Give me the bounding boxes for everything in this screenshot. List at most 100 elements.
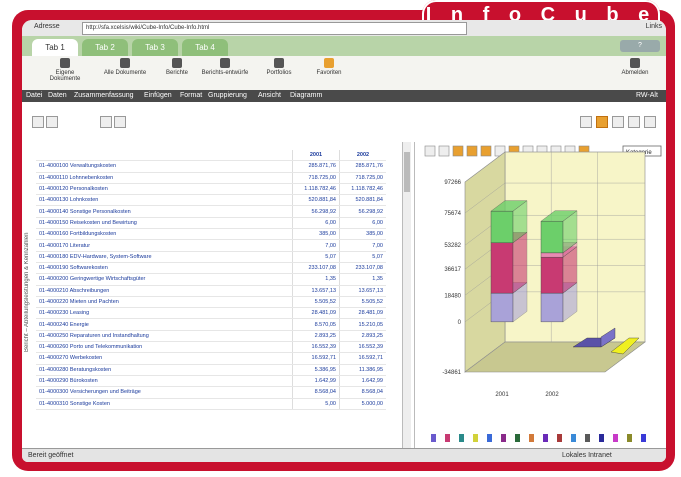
table-row[interactable]: 01-4000310 Sonstige Kosten 5,00 5.000,00	[36, 398, 386, 410]
table-row[interactable]: 01-4000240 Energie 8.570,05 15.210,05	[36, 318, 386, 331]
toolbar-alle-dokumente[interactable]: Alle Dokumente	[100, 58, 150, 76]
row-label[interactable]: 01-4000190 Softwarekosten	[36, 262, 293, 275]
chart-tool-icon[interactable]	[466, 145, 478, 157]
menu-format[interactable]: Format	[180, 92, 202, 99]
tab-3[interactable]: Tab 3	[132, 39, 178, 56]
export-icon[interactable]	[612, 116, 624, 128]
chart-svg: Kategorie97266756745328236617184800-3486…	[424, 145, 662, 442]
toolbar-favoriten[interactable]: Favoriten	[304, 58, 354, 76]
table-view-icon[interactable]	[580, 116, 592, 128]
report-toolbar	[22, 102, 666, 142]
prev-page-icon[interactable]	[46, 116, 58, 128]
table-row[interactable]: 01-4000180 EDV-Hardware, System-Software…	[36, 251, 386, 263]
logout-icon	[630, 58, 640, 68]
toolbar-eigene-dokumente[interactable]: Eigene Dokumente	[40, 58, 90, 82]
table-header-row: 2001 2002	[36, 150, 386, 162]
table-row[interactable]: 01-4000190 Softwarekosten 233.107,08 233.1…	[36, 262, 386, 275]
chart-tool-icon[interactable]	[452, 145, 464, 157]
vertical-scrollbar[interactable]	[402, 142, 411, 448]
row-value-2002: 16.552,39	[339, 341, 386, 354]
table-row[interactable]: 01-4000150 Reisekosten und Bewirtung 6,00…	[36, 217, 386, 230]
toolbar-berichtsentwuerfe[interactable]: Berichts-entwürfe	[200, 58, 250, 76]
table-row[interactable]: 01-4000290 Bürokosten 1.642,99 1.642,99	[36, 375, 386, 388]
row-value-2002: 5.505,52	[339, 296, 386, 309]
row-label[interactable]: 01-4000300 Versicherungen und Beiträge	[36, 386, 293, 399]
toolbar-berichte[interactable]: Berichte	[152, 58, 202, 76]
row-value-2001: 6,00	[292, 217, 340, 230]
row-label[interactable]: 01-4000140 Sonstige Personalkosten	[36, 205, 293, 218]
chart-tool-icon[interactable]	[424, 145, 436, 157]
toolbar-label: Alle Dokumente	[103, 70, 147, 76]
tab-1[interactable]: Tab 1	[32, 39, 78, 56]
row-label[interactable]: 01-4000100 Verwaltungskosten	[36, 160, 293, 173]
legend-swatch	[641, 434, 646, 442]
table-row[interactable]: 01-4000260 Porto und Telekommunikation 16…	[36, 341, 386, 354]
row-label[interactable]: 01-4000270 Werbekosten	[36, 352, 293, 365]
table-column-header[interactable]: 2001	[292, 150, 340, 162]
table-row[interactable]: 01-4000110 Lohnnebenkosten 718.725,00 718.…	[36, 172, 386, 184]
menu-einfuegen[interactable]: Einfügen	[144, 92, 172, 99]
row-value-2001: 16.552,39	[292, 341, 340, 354]
row-label[interactable]: 01-4000290 Bürokosten	[36, 375, 293, 388]
help-button[interactable]: ?	[620, 40, 660, 52]
redo-icon[interactable]	[114, 116, 126, 128]
toolbar-portfolios[interactable]: Portfolios	[254, 58, 304, 76]
menu-daten[interactable]: Daten	[48, 92, 67, 99]
chart-tool-icon[interactable]	[438, 145, 450, 157]
row-label[interactable]: 01-4000180 EDV-Hardware, System-Software	[36, 251, 293, 263]
address-bar: Adresse http://sfa.xcelsis/wiki/Cube-Inf…	[22, 20, 666, 37]
tab-4[interactable]: Tab 4	[182, 39, 228, 56]
table-row[interactable]: 01-4000270 Werbekosten 16.592,71 16.592,71	[36, 352, 386, 365]
table-column-header[interactable]: 2002	[339, 150, 386, 162]
menu-ansicht[interactable]: Ansicht	[258, 92, 281, 99]
row-label[interactable]: 01-4000310 Sonstige Kosten	[36, 398, 293, 410]
undo-icon[interactable]	[100, 116, 112, 128]
row-value-2001: 8.570,05	[292, 318, 340, 331]
table-row[interactable]: 01-4000130 Lohnkosten 520.881,84 520.881,8…	[36, 194, 386, 207]
menu-gruppierung[interactable]: Gruppierung	[208, 92, 247, 99]
chart-view-icon[interactable]	[596, 116, 608, 128]
print-icon[interactable]	[644, 116, 656, 128]
table-row[interactable]: 01-4000200 Geringwertige Wirtschaftsgüte…	[36, 273, 386, 286]
x-tick-label: 2001	[495, 392, 509, 398]
row-label[interactable]: 01-4000220 Mieten und Pachten	[36, 296, 293, 309]
row-label[interactable]: 01-4000120 Personalkosten	[36, 183, 293, 196]
row-label[interactable]: 01-4000160 Fortbildungskosten	[36, 228, 293, 241]
chart-tool-icon[interactable]	[480, 145, 492, 157]
table-row[interactable]: 01-4000140 Sonstige Personalkosten 56.298…	[36, 205, 386, 218]
table-row[interactable]: 01-4000170 Literatur 7,00 7,00	[36, 239, 386, 252]
table-row[interactable]: 01-4000250 Reparaturen und Instandhaltun…	[36, 330, 386, 343]
scroll-thumb[interactable]	[404, 152, 410, 192]
table-row[interactable]: 01-4000100 Verwaltungskosten 285.871,76 28…	[36, 160, 386, 173]
row-label[interactable]: 01-4000150 Reisekosten und Bewirtung	[36, 217, 293, 230]
row-value-2002: 1,35	[339, 273, 386, 286]
row-label[interactable]: 01-4000210 Abschreibungen	[36, 285, 293, 297]
table-row[interactable]: 01-4000220 Mieten und Pachten 5.505,52 5.5…	[36, 296, 386, 309]
menu-zusammenfassung[interactable]: Zusammenfassung	[74, 92, 134, 99]
menu-bar: Datei Daten Zusammenfassung Einfügen For…	[22, 90, 666, 102]
row-label[interactable]: 01-4000200 Geringwertige Wirtschaftsgüte…	[36, 273, 293, 286]
row-label[interactable]: 01-4000230 Leasing	[36, 307, 293, 320]
table-row[interactable]: 01-4000300 Versicherungen und Beiträge 8.…	[36, 386, 386, 399]
legend-swatch	[627, 434, 632, 442]
row-label[interactable]: 01-4000240 Energie	[36, 318, 293, 331]
row-label[interactable]: 01-4000170 Literatur	[36, 239, 293, 252]
links-label[interactable]: Links	[646, 23, 662, 30]
table-row[interactable]: 01-4000160 Fortbildungskosten 385,00 385,0…	[36, 228, 386, 241]
menu-diagramm[interactable]: Diagramm	[290, 92, 322, 99]
row-label[interactable]: 01-4000280 Beratungskosten	[36, 364, 293, 376]
table-row[interactable]: 01-4000120 Personalkosten 1.118.782,46 1.1…	[36, 183, 386, 196]
row-label[interactable]: 01-4000110 Lohnnebenkosten	[36, 172, 293, 184]
table-row[interactable]: 01-4000210 Abschreibungen 13.657,13 13.657…	[36, 285, 386, 297]
tab-2[interactable]: Tab 2	[82, 39, 128, 56]
toolbar-abmelden[interactable]: Abmelden	[610, 58, 660, 76]
first-page-icon[interactable]	[32, 116, 44, 128]
table-row[interactable]: 01-4000280 Beratungskosten 5.386,95 11.386…	[36, 364, 386, 376]
save-icon[interactable]	[628, 116, 640, 128]
menu-datei[interactable]: Datei	[26, 92, 42, 99]
row-label[interactable]: 01-4000260 Porto und Telekommunikation	[36, 341, 293, 354]
row-label[interactable]: 01-4000130 Lohnkosten	[36, 194, 293, 207]
url-input[interactable]: http://sfa.xcelsis/wiki/Cube-Info/Cube-I…	[82, 22, 467, 35]
row-label[interactable]: 01-4000250 Reparaturen und Instandhaltun…	[36, 330, 293, 343]
table-row[interactable]: 01-4000230 Leasing 28.481,09 28.481,09	[36, 307, 386, 320]
